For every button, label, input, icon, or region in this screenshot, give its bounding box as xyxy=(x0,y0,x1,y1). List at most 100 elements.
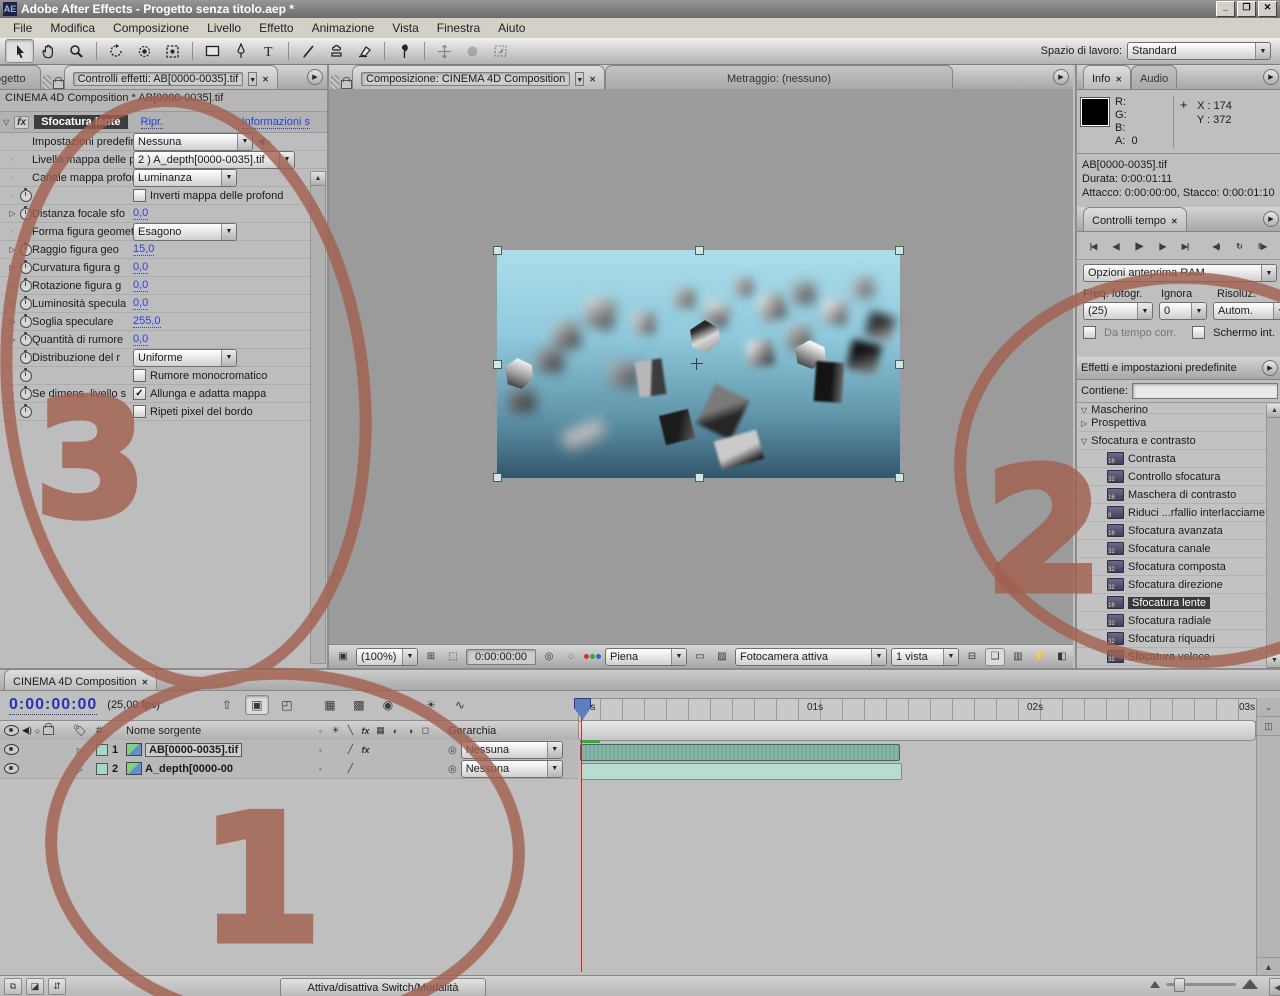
tab-close-icon[interactable] xyxy=(1171,215,1178,227)
zoom-slider-thumb[interactable] xyxy=(1174,977,1185,992)
menu-composition[interactable]: Composizione xyxy=(104,19,198,37)
monochrome-noise-checkbox[interactable] xyxy=(133,369,146,382)
effects-search-input[interactable] xyxy=(1132,383,1278,399)
layer-color-chip[interactable] xyxy=(96,743,108,756)
expand-transfer-icon[interactable]: ⇵ xyxy=(48,978,66,995)
effects-group-blur[interactable]: Sfocatura e contrasto xyxy=(1077,432,1267,450)
noise-distribution-dropdown[interactable]: Uniforme xyxy=(133,348,237,367)
adjustment-switch-icon[interactable]: ◑ xyxy=(404,726,417,736)
effect-item[interactable]: 32 Sfocatura veloce xyxy=(1077,648,1267,666)
selection-handle[interactable] xyxy=(895,246,904,255)
shy-switch[interactable]: ◦ xyxy=(314,764,327,774)
stopwatch-icon[interactable] xyxy=(19,331,32,346)
menu-window[interactable]: Finestra xyxy=(428,19,489,37)
viewer-canvas-area[interactable] xyxy=(329,89,1073,645)
clone-stamp-tool-icon[interactable] xyxy=(323,40,350,62)
current-time-display[interactable]: 0:00:00:00 xyxy=(9,696,98,715)
stopwatch-icon[interactable] xyxy=(19,241,32,256)
repeat-edge-pixels-checkbox[interactable] xyxy=(133,405,146,418)
layer-visibility-icon[interactable] xyxy=(4,763,19,774)
view-layout-dropdown[interactable]: 1 vista xyxy=(891,647,959,666)
rotation-tool-icon[interactable] xyxy=(103,40,130,62)
effect-item[interactable]: 16 Contrasta xyxy=(1077,450,1267,468)
panel-menu-icon[interactable] xyxy=(1263,69,1279,85)
number-column-header[interactable]: # xyxy=(92,725,126,737)
pan-behind-tool-icon[interactable] xyxy=(159,40,186,62)
stopwatch-icon[interactable] xyxy=(19,259,32,274)
pixel-aspect-icon[interactable]: ▥ xyxy=(1009,649,1027,665)
selection-handle[interactable] xyxy=(493,360,502,369)
layer-expander-icon[interactable] xyxy=(77,744,83,756)
stopwatch-icon[interactable] xyxy=(19,277,32,292)
tab-close-icon[interactable] xyxy=(589,73,596,85)
menu-animation[interactable]: Animazione xyxy=(303,19,384,37)
solo-column-icon[interactable]: ○ xyxy=(35,726,40,736)
world-axis-mode-icon[interactable] xyxy=(459,40,486,62)
panel-menu-icon[interactable] xyxy=(1262,360,1278,376)
selection-handle[interactable] xyxy=(895,473,904,482)
menu-edit[interactable]: Modifica xyxy=(41,19,104,37)
tab-close-icon[interactable] xyxy=(1115,73,1122,85)
menu-help[interactable]: Aiuto xyxy=(489,19,534,37)
comp-marker-bin-icon[interactable]: ◫ xyxy=(1257,717,1280,736)
layer-row-2[interactable]: 2 A_depth[0000-00 ◦ ╱ Nessuna xyxy=(0,759,578,779)
restore-button[interactable]: ❐ xyxy=(1237,1,1256,17)
tab-footage[interactable]: Metraggio: (nessuno) xyxy=(604,65,953,89)
menu-effect[interactable]: Effetto xyxy=(250,19,302,37)
full-screen-checkbox[interactable] xyxy=(1192,326,1206,339)
tab-effect-controls[interactable]: Controlli effetti: AB[0000-0035].tif xyxy=(63,65,278,89)
preset-prev-next-icons[interactable]: ◀▷ xyxy=(257,136,271,147)
stopwatch-icon[interactable] xyxy=(19,295,32,310)
row-expander-icon[interactable] xyxy=(6,245,19,254)
effect-item[interactable]: 8 Riduci ...rfallio interlacciame xyxy=(1077,504,1267,522)
effect-item[interactable]: 32 Controllo sfocatura xyxy=(1077,468,1267,486)
stopwatch-icon[interactable] xyxy=(19,187,32,202)
stopwatch-icon[interactable] xyxy=(19,205,32,220)
region-icon[interactable]: ▭ xyxy=(691,649,709,665)
menu-view[interactable]: Vista xyxy=(383,19,427,37)
row-expander-icon[interactable] xyxy=(6,299,19,308)
text-tool-icon[interactable]: T xyxy=(255,40,282,62)
layer-color-chip[interactable] xyxy=(96,762,108,775)
stopwatch-icon[interactable] xyxy=(19,313,32,328)
puppet-pin-tool-icon[interactable] xyxy=(391,40,418,62)
selection-tool-icon[interactable] xyxy=(5,39,34,63)
layer-expander-icon[interactable] xyxy=(77,763,83,775)
parent-column-header[interactable]: Gerarchia xyxy=(436,725,578,737)
parent-dropdown[interactable]: Nessuna xyxy=(460,740,563,759)
workspace-dropdown[interactable]: Standard xyxy=(1127,42,1271,60)
row-expander-icon[interactable] xyxy=(6,317,19,326)
effect-play-link[interactable]: Ripr. xyxy=(140,116,164,129)
video-column-icon[interactable] xyxy=(4,725,19,736)
row-expander-icon[interactable] xyxy=(6,281,19,290)
resolution-select-dropdown[interactable]: Autom. xyxy=(1213,302,1280,320)
selection-handle[interactable] xyxy=(493,246,502,255)
safe-margins-icon[interactable]: ⊞ xyxy=(422,649,440,665)
row-expander-icon[interactable] xyxy=(6,263,19,272)
shy-layers-icon[interactable]: ◰ xyxy=(276,696,298,714)
orbit-camera-tool-icon[interactable] xyxy=(131,40,158,62)
scroll-down-icon[interactable] xyxy=(1267,654,1280,668)
panel-grip[interactable] xyxy=(42,75,51,89)
view-axis-mode-icon[interactable] xyxy=(487,40,514,62)
scroll-up-icon[interactable]: ▲ xyxy=(1257,957,1280,977)
always-preview-icon[interactable]: ▣ xyxy=(334,649,352,665)
preset-dropdown[interactable]: Nessuna xyxy=(133,132,253,151)
effect-item[interactable]: 32 Sfocatura canale xyxy=(1077,540,1267,558)
effects-group-perspective[interactable]: Prospettiva xyxy=(1077,414,1267,432)
specular-brightness-value[interactable]: 0,0 xyxy=(133,297,149,310)
loop-icon[interactable]: ↻ xyxy=(1229,238,1249,254)
iris-shape-dropdown[interactable]: Esagono xyxy=(133,222,237,241)
source-name-column-header[interactable]: Nome sorgente xyxy=(126,725,314,737)
selection-handle[interactable] xyxy=(895,360,904,369)
specular-threshold-value[interactable]: 255,0 xyxy=(133,315,161,328)
show-channel-icon[interactable] xyxy=(584,654,601,659)
zoom-out-icon[interactable] xyxy=(1150,980,1160,988)
tab-close-icon[interactable] xyxy=(262,73,269,85)
toggle-switches-modes-button[interactable]: Attiva/disattiva Switch/Modalità xyxy=(280,978,486,996)
minimize-button[interactable]: _ xyxy=(1216,1,1235,17)
tab-dropdown-arrow-icon[interactable] xyxy=(575,72,585,86)
tab-project[interactable]: ogetto xyxy=(0,65,41,89)
quality-switch[interactable]: ╱ xyxy=(344,744,357,755)
iris-curvature-value[interactable]: 0,0 xyxy=(133,261,149,274)
